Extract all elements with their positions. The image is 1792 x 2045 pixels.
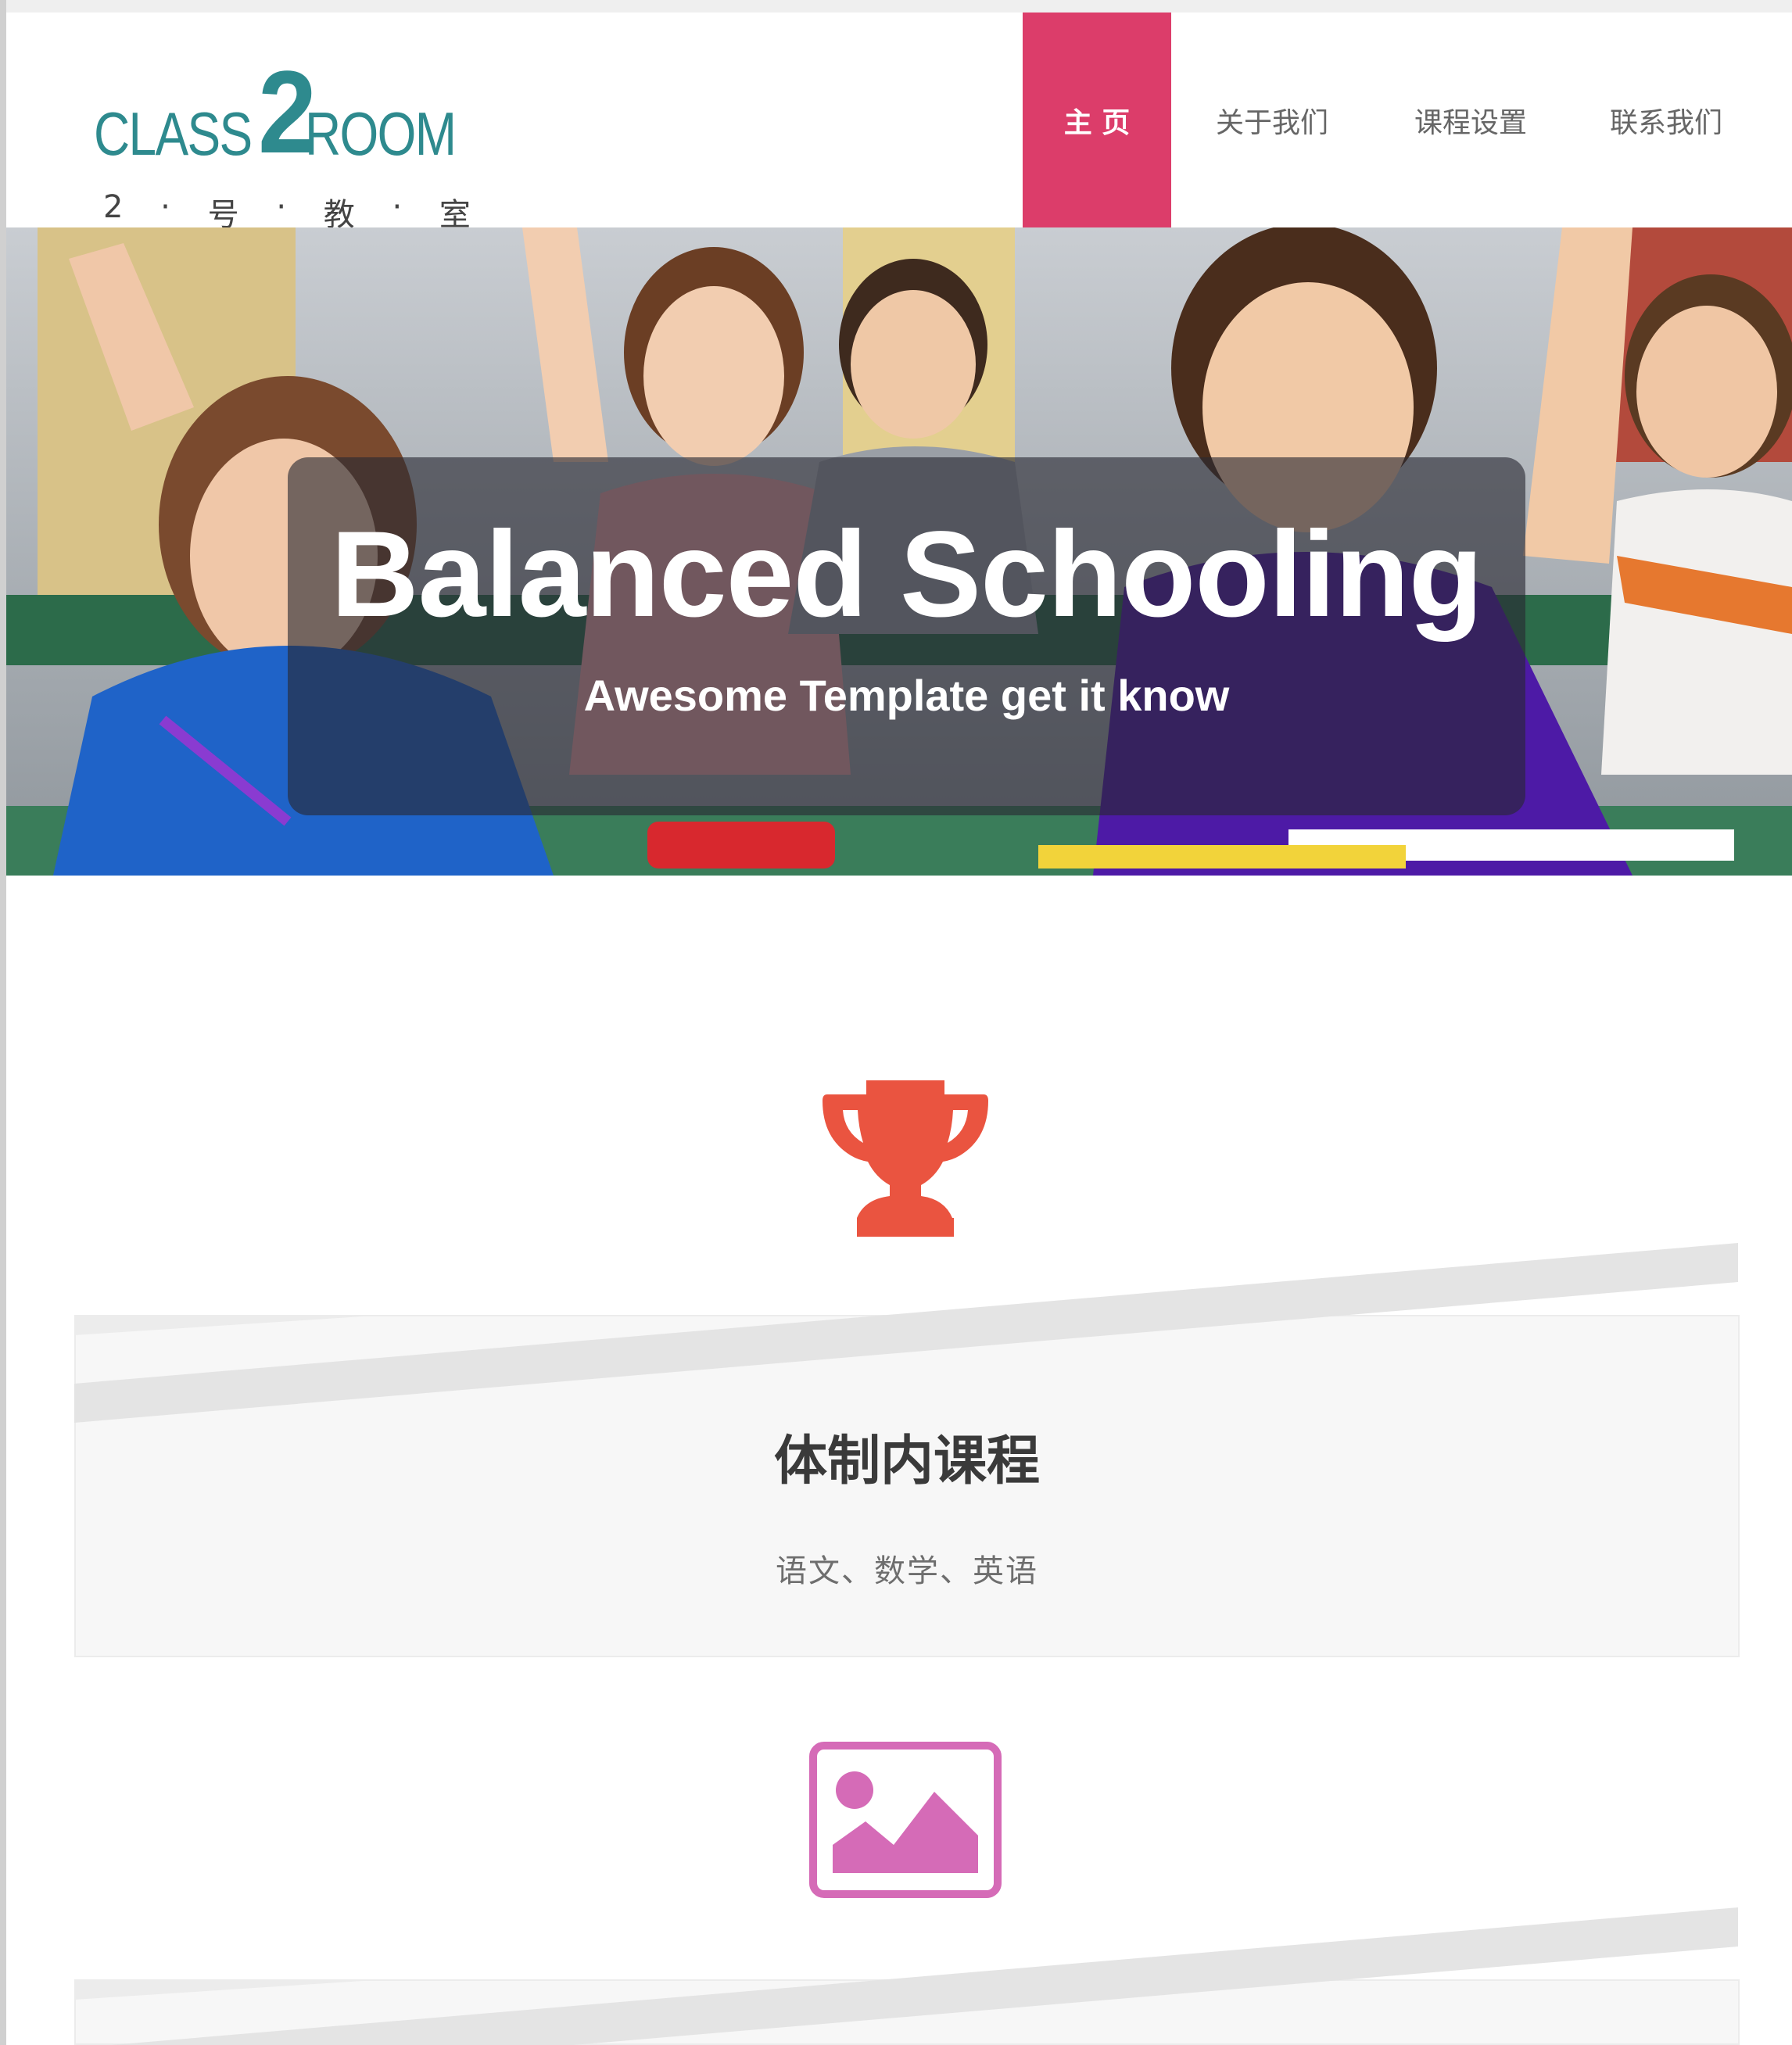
feature-card: 体制内课程 语文、数学、英语 — [74, 1243, 1740, 1657]
trophy-icon — [823, 1080, 988, 1237]
hero-title: Balanced Schooling — [331, 507, 1483, 643]
hero-caption-box: Balanced Schooling Awesome Template get … — [288, 457, 1525, 815]
feature-card — [74, 1907, 1740, 2045]
logo-word-class: CLASS — [94, 99, 253, 168]
image-icon — [809, 1742, 1002, 1898]
hero-banner: Balanced Schooling Awesome Template get … — [6, 227, 1792, 876]
card-diagonal-stripe — [74, 1907, 1738, 2045]
feature-title: 体制内课程 — [773, 1431, 1040, 1492]
logo-word-room: ROOM — [305, 99, 457, 168]
browser-left-edge — [0, 0, 6, 2045]
site-logo[interactable]: CLASS 2 ROOM 2 · 号 · 教 · 室 — [94, 53, 471, 239]
nav-item-courses[interactable]: 课程设置 — [1373, 13, 1568, 227]
site-header: CLASS 2 ROOM 2 · 号 · 教 · 室 主 页 关于我们 课程设置… — [6, 13, 1792, 233]
nav-item-home[interactable]: 主 页 — [1023, 13, 1171, 227]
hero-subtitle: Awesome Template get it know — [583, 671, 1230, 720]
main-nav: 主 页 关于我们 课程设置 联系我们 — [1023, 13, 1792, 227]
feature-description: 语文、数学、英语 — [776, 1553, 1038, 1589]
nav-item-about[interactable]: 关于我们 — [1171, 13, 1373, 227]
nav-item-contact[interactable]: 联系我们 — [1568, 13, 1792, 227]
